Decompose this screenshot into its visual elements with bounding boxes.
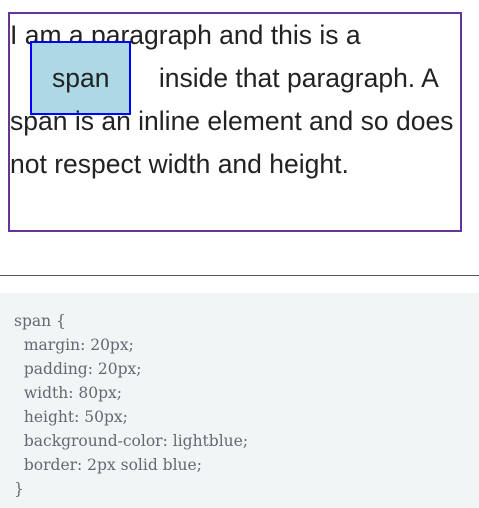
demo-paragraph: I am a paragraph and this is a span insi… [10, 14, 460, 186]
demo-output-box: I am a paragraph and this is a span insi… [8, 12, 462, 232]
code-line-background: background-color: lightblue; [14, 432, 249, 450]
code-line-margin: margin: 20px; [14, 336, 134, 354]
section-divider [0, 275, 479, 276]
code-line-padding: padding: 20px; [14, 360, 142, 378]
code-line-border: border: 2px solid blue; [14, 456, 202, 474]
styled-inline-span: span [30, 41, 132, 115]
css-code-block: span { margin: 20px; padding: 20px; widt… [0, 293, 479, 508]
code-line-close-brace: } [14, 480, 24, 498]
code-line-selector: span { [14, 312, 66, 330]
code-line-width: width: 80px; [14, 384, 122, 402]
code-line-height: height: 50px; [14, 408, 128, 426]
css-code: span { margin: 20px; padding: 20px; widt… [0, 293, 479, 501]
